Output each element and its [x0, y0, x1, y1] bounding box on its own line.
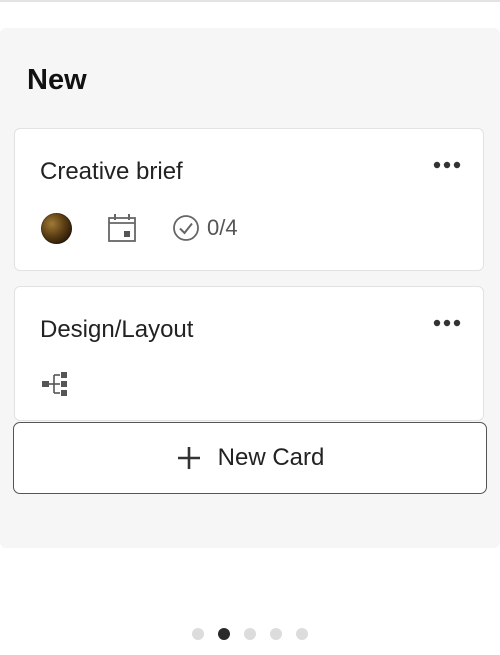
card-title: Creative brief: [40, 158, 183, 185]
page-dot-2[interactable]: [218, 628, 230, 640]
calendar-icon[interactable]: [106, 212, 138, 244]
new-card-button[interactable]: New Card: [13, 422, 487, 494]
checklist-progress[interactable]: 0/4: [172, 214, 238, 242]
top-divider: [0, 0, 500, 2]
card-design-layout[interactable]: Design/Layout: [14, 286, 484, 421]
column-title: New: [27, 64, 87, 96]
checklist-count: 0/4: [207, 215, 238, 240]
member-avatar[interactable]: [41, 212, 72, 244]
check-circle-icon: [173, 215, 199, 241]
card-title: Design/Layout: [40, 316, 194, 343]
more-horizontal-icon[interactable]: [431, 155, 463, 175]
board-column: New Creative brief 0/4 Design/Layout New…: [0, 28, 500, 548]
subtasks-icon[interactable]: [41, 371, 71, 397]
page-dot-1[interactable]: [192, 628, 204, 640]
card-meta: [41, 369, 71, 399]
new-card-label: New Card: [217, 444, 325, 471]
more-horizontal-icon[interactable]: [431, 313, 463, 333]
page-dot-4[interactable]: [270, 628, 282, 640]
page-indicator: [0, 628, 500, 640]
card-meta: 0/4: [41, 211, 238, 245]
page-dot-3[interactable]: [244, 628, 256, 640]
page-dot-5[interactable]: [296, 628, 308, 640]
card-creative-brief[interactable]: Creative brief 0/4: [14, 128, 484, 271]
plus-icon: [177, 447, 200, 469]
